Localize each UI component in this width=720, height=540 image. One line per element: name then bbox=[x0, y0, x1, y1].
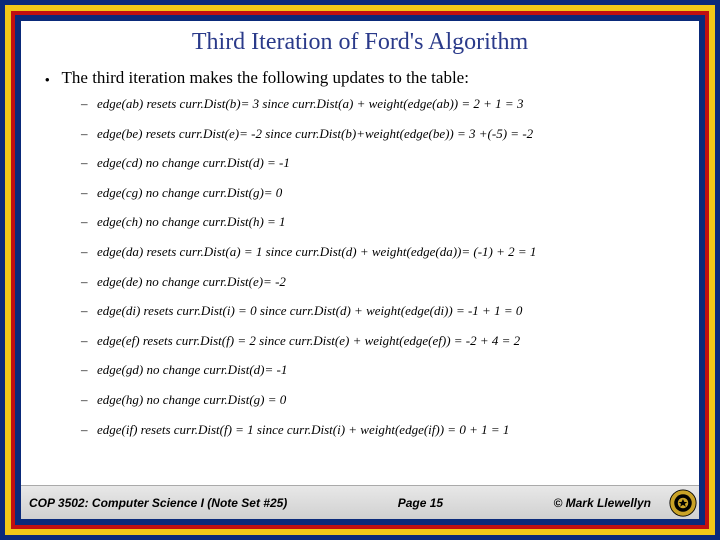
footer-page: Page 15 bbox=[287, 496, 553, 510]
slide-frame: Third Iteration of Ford's Algorithm • Th… bbox=[0, 0, 720, 540]
update-list: edge(ab) resets curr.Dist(b)= 3 since cu… bbox=[81, 96, 699, 485]
list-item: edge(de) no change curr.Dist(e)= -2 bbox=[81, 274, 699, 290]
list-item: edge(cg) no change curr.Dist(g)= 0 bbox=[81, 185, 699, 201]
list-item: edge(ch) no change curr.Dist(h) = 1 bbox=[81, 214, 699, 230]
ucf-logo-icon bbox=[669, 489, 697, 517]
list-item: edge(gd) no change curr.Dist(d)= -1 bbox=[81, 362, 699, 378]
slide-footer: COP 3502: Computer Science I (Note Set #… bbox=[21, 485, 699, 519]
list-item: edge(da) resets curr.Dist(a) = 1 since c… bbox=[81, 244, 699, 260]
slide-content: Third Iteration of Ford's Algorithm • Th… bbox=[21, 21, 699, 519]
bullet-icon: • bbox=[45, 72, 50, 87]
list-item: edge(hg) no change curr.Dist(g) = 0 bbox=[81, 392, 699, 408]
list-item: edge(ab) resets curr.Dist(b)= 3 since cu… bbox=[81, 96, 699, 112]
list-item: edge(ef) resets curr.Dist(f) = 2 since c… bbox=[81, 333, 699, 349]
list-item: edge(if) resets curr.Dist(f) = 1 since c… bbox=[81, 422, 699, 438]
intro-line: • The third iteration makes the followin… bbox=[45, 68, 699, 88]
list-item: edge(di) resets curr.Dist(i) = 0 since c… bbox=[81, 303, 699, 319]
list-item: edge(be) resets curr.Dist(e)= -2 since c… bbox=[81, 126, 699, 142]
intro-text: The third iteration makes the following … bbox=[62, 68, 469, 87]
slide-title: Third Iteration of Ford's Algorithm bbox=[21, 21, 699, 68]
list-item: edge(cd) no change curr.Dist(d) = -1 bbox=[81, 155, 699, 171]
footer-course: COP 3502: Computer Science I (Note Set #… bbox=[29, 496, 287, 510]
